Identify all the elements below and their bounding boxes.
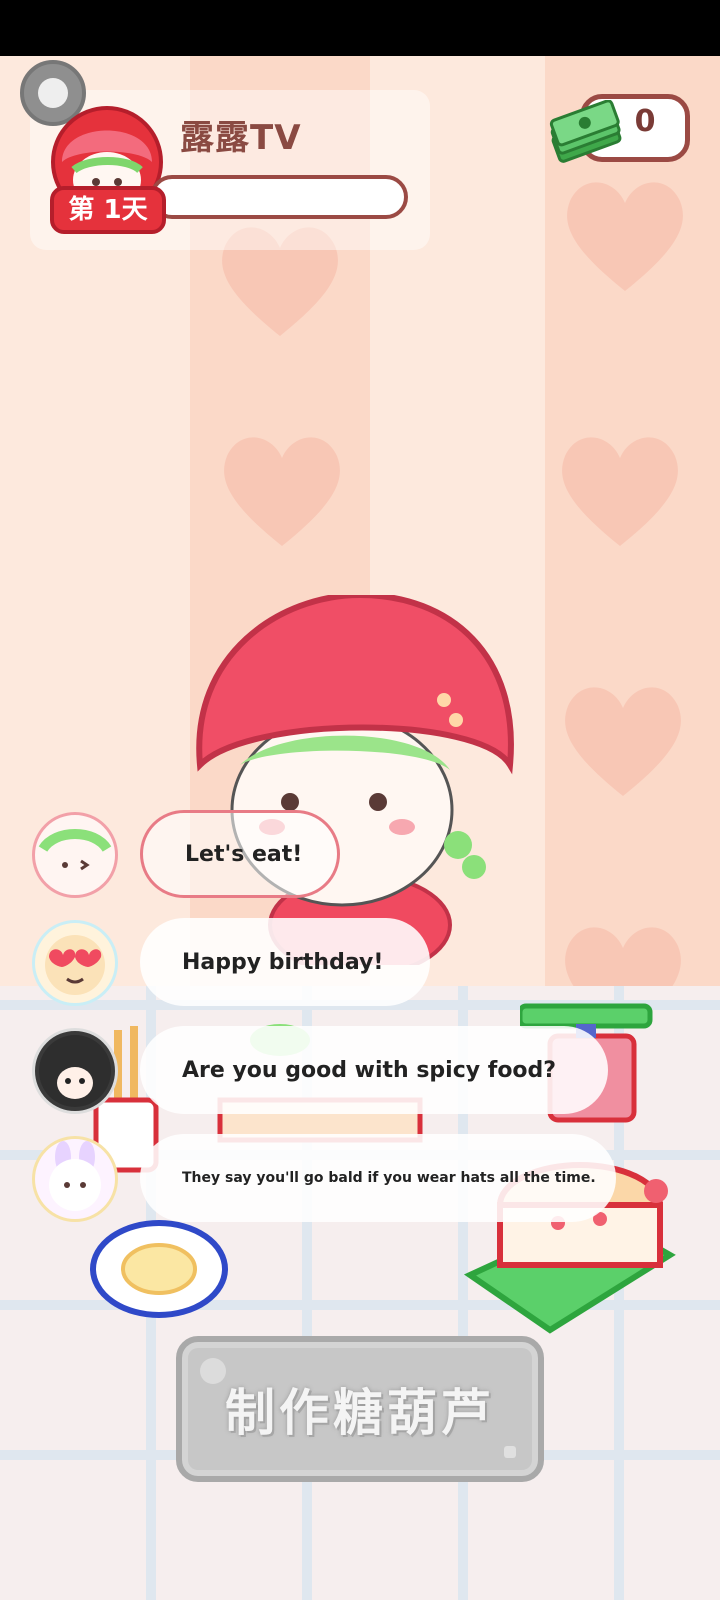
heart-glasses-avatar-icon [45,935,105,995]
chat-avatar-chef [32,812,118,898]
make-button-label: 制作糖葫芦 [225,1384,495,1442]
chat-bubble: They say you'll go bald if you wear hats… [140,1134,616,1222]
chef-avatar-icon [38,829,112,871]
day-progress-bar [150,175,408,219]
chat-avatar-heart-glasses [32,920,118,1006]
button-decoration [200,1358,226,1384]
heart-decoration-icon [562,437,678,546]
button-decoration [504,1446,516,1458]
strawberry-character [196,595,514,965]
chat-bubble: Happy birthday! [140,918,430,1006]
chat-bubble: Let's eat! [140,810,340,898]
make-candied-haws-button[interactable]: 制作糖葫芦 [176,1336,544,1482]
hooded-avatar-icon [39,1035,111,1107]
bunny-avatar-icon [49,1141,101,1211]
heart-decoration-icon [567,182,683,291]
heart-decoration-icon [224,437,340,546]
day-badge: 第 1天 [50,186,166,234]
chat-bubble: Are you good with spicy food? [140,1026,608,1114]
chat-avatar-hooded [32,1028,118,1114]
heart-decoration-icon [565,687,681,796]
channel-name: 露露TV [180,118,302,158]
plate-icon [90,1220,228,1318]
money-value: 0 [634,104,656,139]
chat-avatar-bunny [32,1136,118,1222]
status-bar [0,0,720,56]
